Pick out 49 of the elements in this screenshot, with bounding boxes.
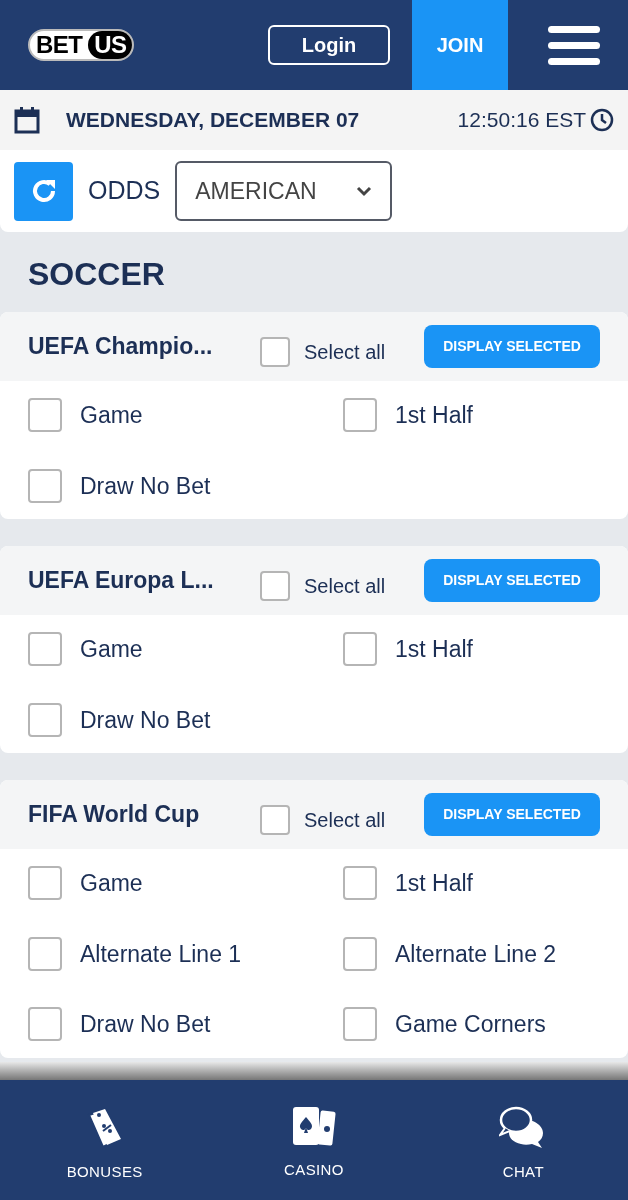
option-label[interactable]: 1st Half <box>395 398 473 433</box>
date-text: WEDNESDAY, DECEMBER 07 <box>66 107 360 134</box>
checkbox[interactable] <box>28 632 62 667</box>
refresh-button[interactable] <box>14 161 73 221</box>
option-label[interactable]: Game <box>80 866 143 901</box>
checkbox[interactable] <box>28 468 62 503</box>
checkbox[interactable] <box>28 1007 62 1042</box>
menu-icon[interactable] <box>548 25 600 65</box>
checkbox[interactable] <box>28 936 62 971</box>
select-all-label[interactable]: Select all <box>304 804 386 835</box>
option-label[interactable]: Alternate Line 1 <box>80 936 242 971</box>
option-label[interactable]: 1st Half <box>395 632 473 667</box>
nav-tab[interactable]: CASINO <box>209 1080 419 1200</box>
option-label[interactable]: Game <box>80 632 143 667</box>
checkbox[interactable] <box>260 570 290 601</box>
checkbox[interactable] <box>28 866 62 901</box>
calendar-icon <box>14 106 40 134</box>
clock-icon <box>590 108 614 132</box>
section-title: SOCCER <box>27 255 166 294</box>
league-title: FIFA World Cup <box>28 800 201 830</box>
checkbox[interactable] <box>343 866 377 901</box>
checkbox[interactable] <box>28 398 62 433</box>
caret-icon <box>356 185 373 197</box>
odds-label: ODDS <box>88 175 161 207</box>
league-title: UEFA Champio... <box>28 332 214 362</box>
checkbox[interactable] <box>260 336 290 367</box>
checkbox[interactable] <box>343 398 377 433</box>
select-all-label[interactable]: Select all <box>304 336 386 367</box>
option-label[interactable]: Game Corners <box>395 1007 546 1042</box>
checkbox[interactable] <box>343 632 377 667</box>
nav-tab[interactable]: CHAT <box>418 1080 628 1200</box>
option-label[interactable]: Draw No Bet <box>80 1007 211 1042</box>
checkbox[interactable] <box>343 936 377 971</box>
checkbox[interactable] <box>343 1007 377 1042</box>
select-all-label[interactable]: Select all <box>304 570 386 601</box>
option-label[interactable]: Alternate Line 2 <box>395 936 557 971</box>
odds-dropdown[interactable]: AMERICAN <box>175 161 393 221</box>
option-label[interactable]: Game <box>80 398 143 433</box>
nav-tab[interactable]: BONUSES <box>0 1080 210 1200</box>
checkbox[interactable] <box>260 804 290 835</box>
playing-cards-icon <box>291 1105 337 1147</box>
option-label[interactable]: Draw No Bet <box>80 702 211 737</box>
checkbox[interactable] <box>28 702 62 737</box>
option-label[interactable]: 1st Half <box>395 866 473 901</box>
login-button[interactable]: Login <box>268 25 390 65</box>
option-label[interactable]: Draw No Bet <box>80 468 211 503</box>
league-title: UEFA Europa L... <box>28 566 215 596</box>
logo[interactable]: BET US <box>28 29 135 61</box>
time-text: 12:50:16 EST <box>457 107 586 134</box>
